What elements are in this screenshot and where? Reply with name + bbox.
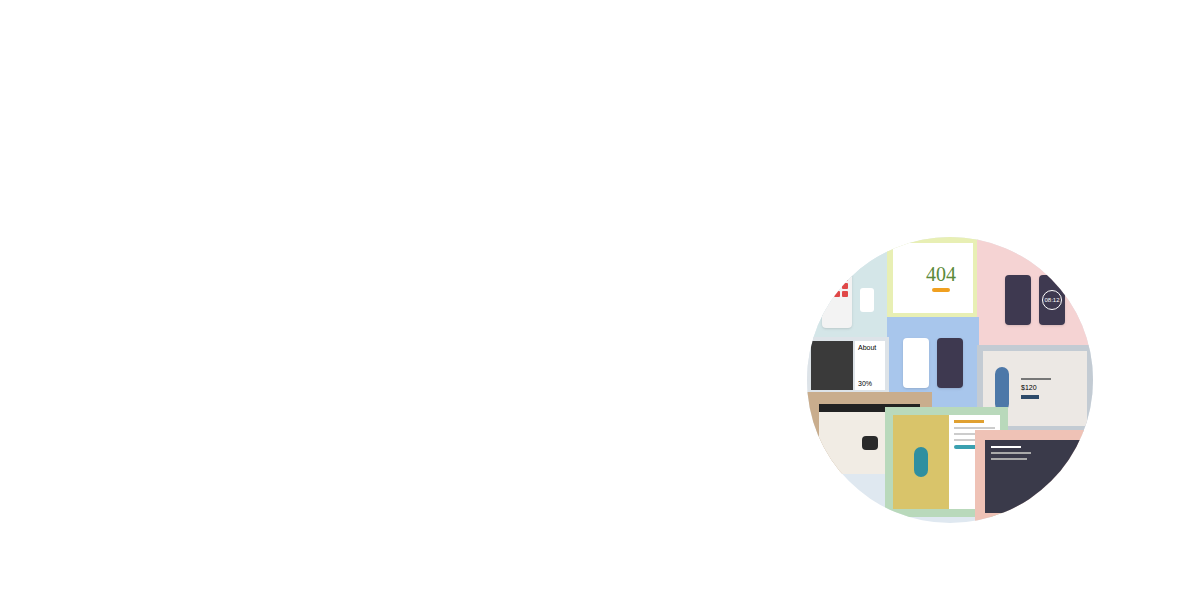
home-button[interactable] <box>932 288 950 292</box>
page: 404 08:12 About 30% $120 <box>0 0 1200 600</box>
app-icon <box>842 291 848 297</box>
phone-mockup <box>822 272 852 328</box>
product-price: $120 <box>1021 384 1051 391</box>
product-image <box>995 367 1009 411</box>
buy-button[interactable] <box>1021 395 1039 399</box>
clock-time: 08:12 <box>1044 297 1059 303</box>
jar-image <box>862 436 878 450</box>
app-icon <box>842 275 848 281</box>
bird-photo <box>893 415 949 509</box>
app-icon <box>842 283 848 289</box>
phone-mockup <box>1005 275 1031 325</box>
phone-home-tile <box>807 237 889 339</box>
portrait-photo <box>811 341 853 390</box>
app-icon <box>834 283 840 289</box>
phone-mockup <box>937 338 963 388</box>
collage-circle: 404 08:12 About 30% $120 <box>807 237 1093 523</box>
phone-mockup: 08:12 <box>1039 275 1065 325</box>
error-code: 404 <box>926 264 956 284</box>
profile-tile: About 30% <box>807 337 889 394</box>
error-page-tile: 404 <box>887 237 979 319</box>
dashboard-tile <box>975 430 1093 523</box>
app-icon <box>860 288 874 312</box>
clock-app-tile: 08:12 <box>977 237 1093 347</box>
about-heading: About <box>858 344 882 351</box>
about-stat: 30% <box>858 380 882 387</box>
phone-mockup <box>903 338 929 388</box>
app-icon <box>834 291 840 297</box>
